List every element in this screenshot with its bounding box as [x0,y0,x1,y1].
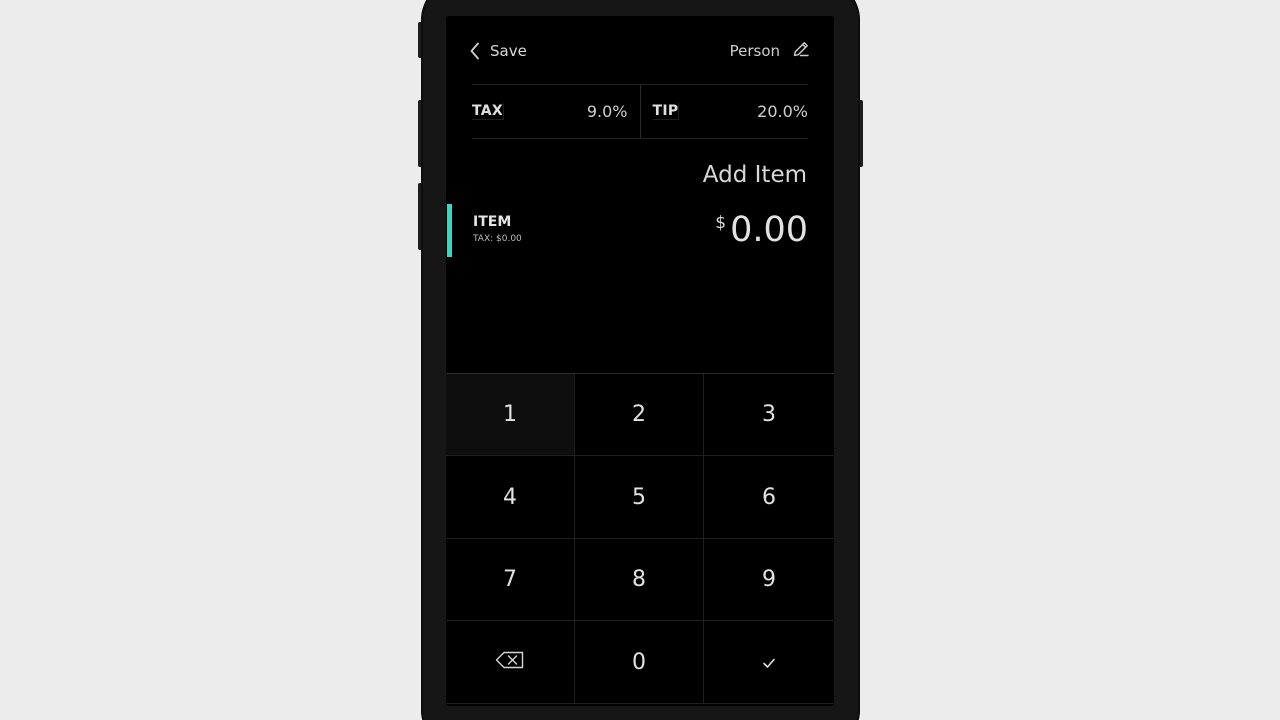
person-name: Person [729,42,780,60]
edit-person-button[interactable]: Person [730,39,810,63]
pencil-icon [792,40,810,62]
key-6[interactable]: 6 [704,456,834,539]
top-bar: Save Person [446,16,834,86]
key-0[interactable]: 0 [575,621,704,704]
item-selected-indicator [447,204,452,257]
amount-value: 0.00 [730,210,808,250]
save-label: Save [490,42,527,60]
tip-label: TIP [652,103,680,120]
tax-rate-field[interactable]: TAX 9.0% [472,85,641,138]
checkmark-icon [762,650,776,675]
backspace-icon [495,650,525,675]
item-row[interactable]: ITEM TAX: $0.00 $ 0.00 [446,204,834,258]
key-3[interactable]: 3 [704,374,834,456]
key-4[interactable]: 4 [446,456,575,539]
confirm-key[interactable] [704,621,834,704]
stage: Save Person TAX 9.0% TIP 2 0.0% Add Item … [0,0,1280,720]
key-9[interactable]: 9 [704,539,834,621]
number-keypad: 1 2 3 4 5 6 7 8 9 0 [446,373,834,705]
tip-value: 20.0% [757,102,808,121]
item-name: ITEM [473,214,512,230]
item-amount: $ 0.00 [715,210,808,250]
tip-rate-field[interactable]: TIP 20.0% [641,85,808,138]
backspace-key[interactable] [446,621,575,704]
save-back-button[interactable]: Save [470,39,527,63]
tax-label: TAX [472,103,504,120]
app-screen: Save Person TAX 9.0% TIP 2 0.0% Add Item … [446,16,834,706]
key-8[interactable]: 8 [575,539,704,621]
key-7[interactable]: 7 [446,539,575,621]
key-5[interactable]: 5 [575,456,704,539]
item-tax: TAX: $0.00 [473,234,522,244]
add-item-button[interactable]: Add Item [703,162,807,188]
currency-symbol: $ [715,213,727,233]
chevron-left-icon [470,42,480,60]
key-2[interactable]: 2 [575,374,704,456]
key-1[interactable]: 1 [446,374,575,456]
tax-value: 9.0% [586,102,628,121]
rates-row: TAX 9.0% TIP 20.0% [472,84,808,139]
